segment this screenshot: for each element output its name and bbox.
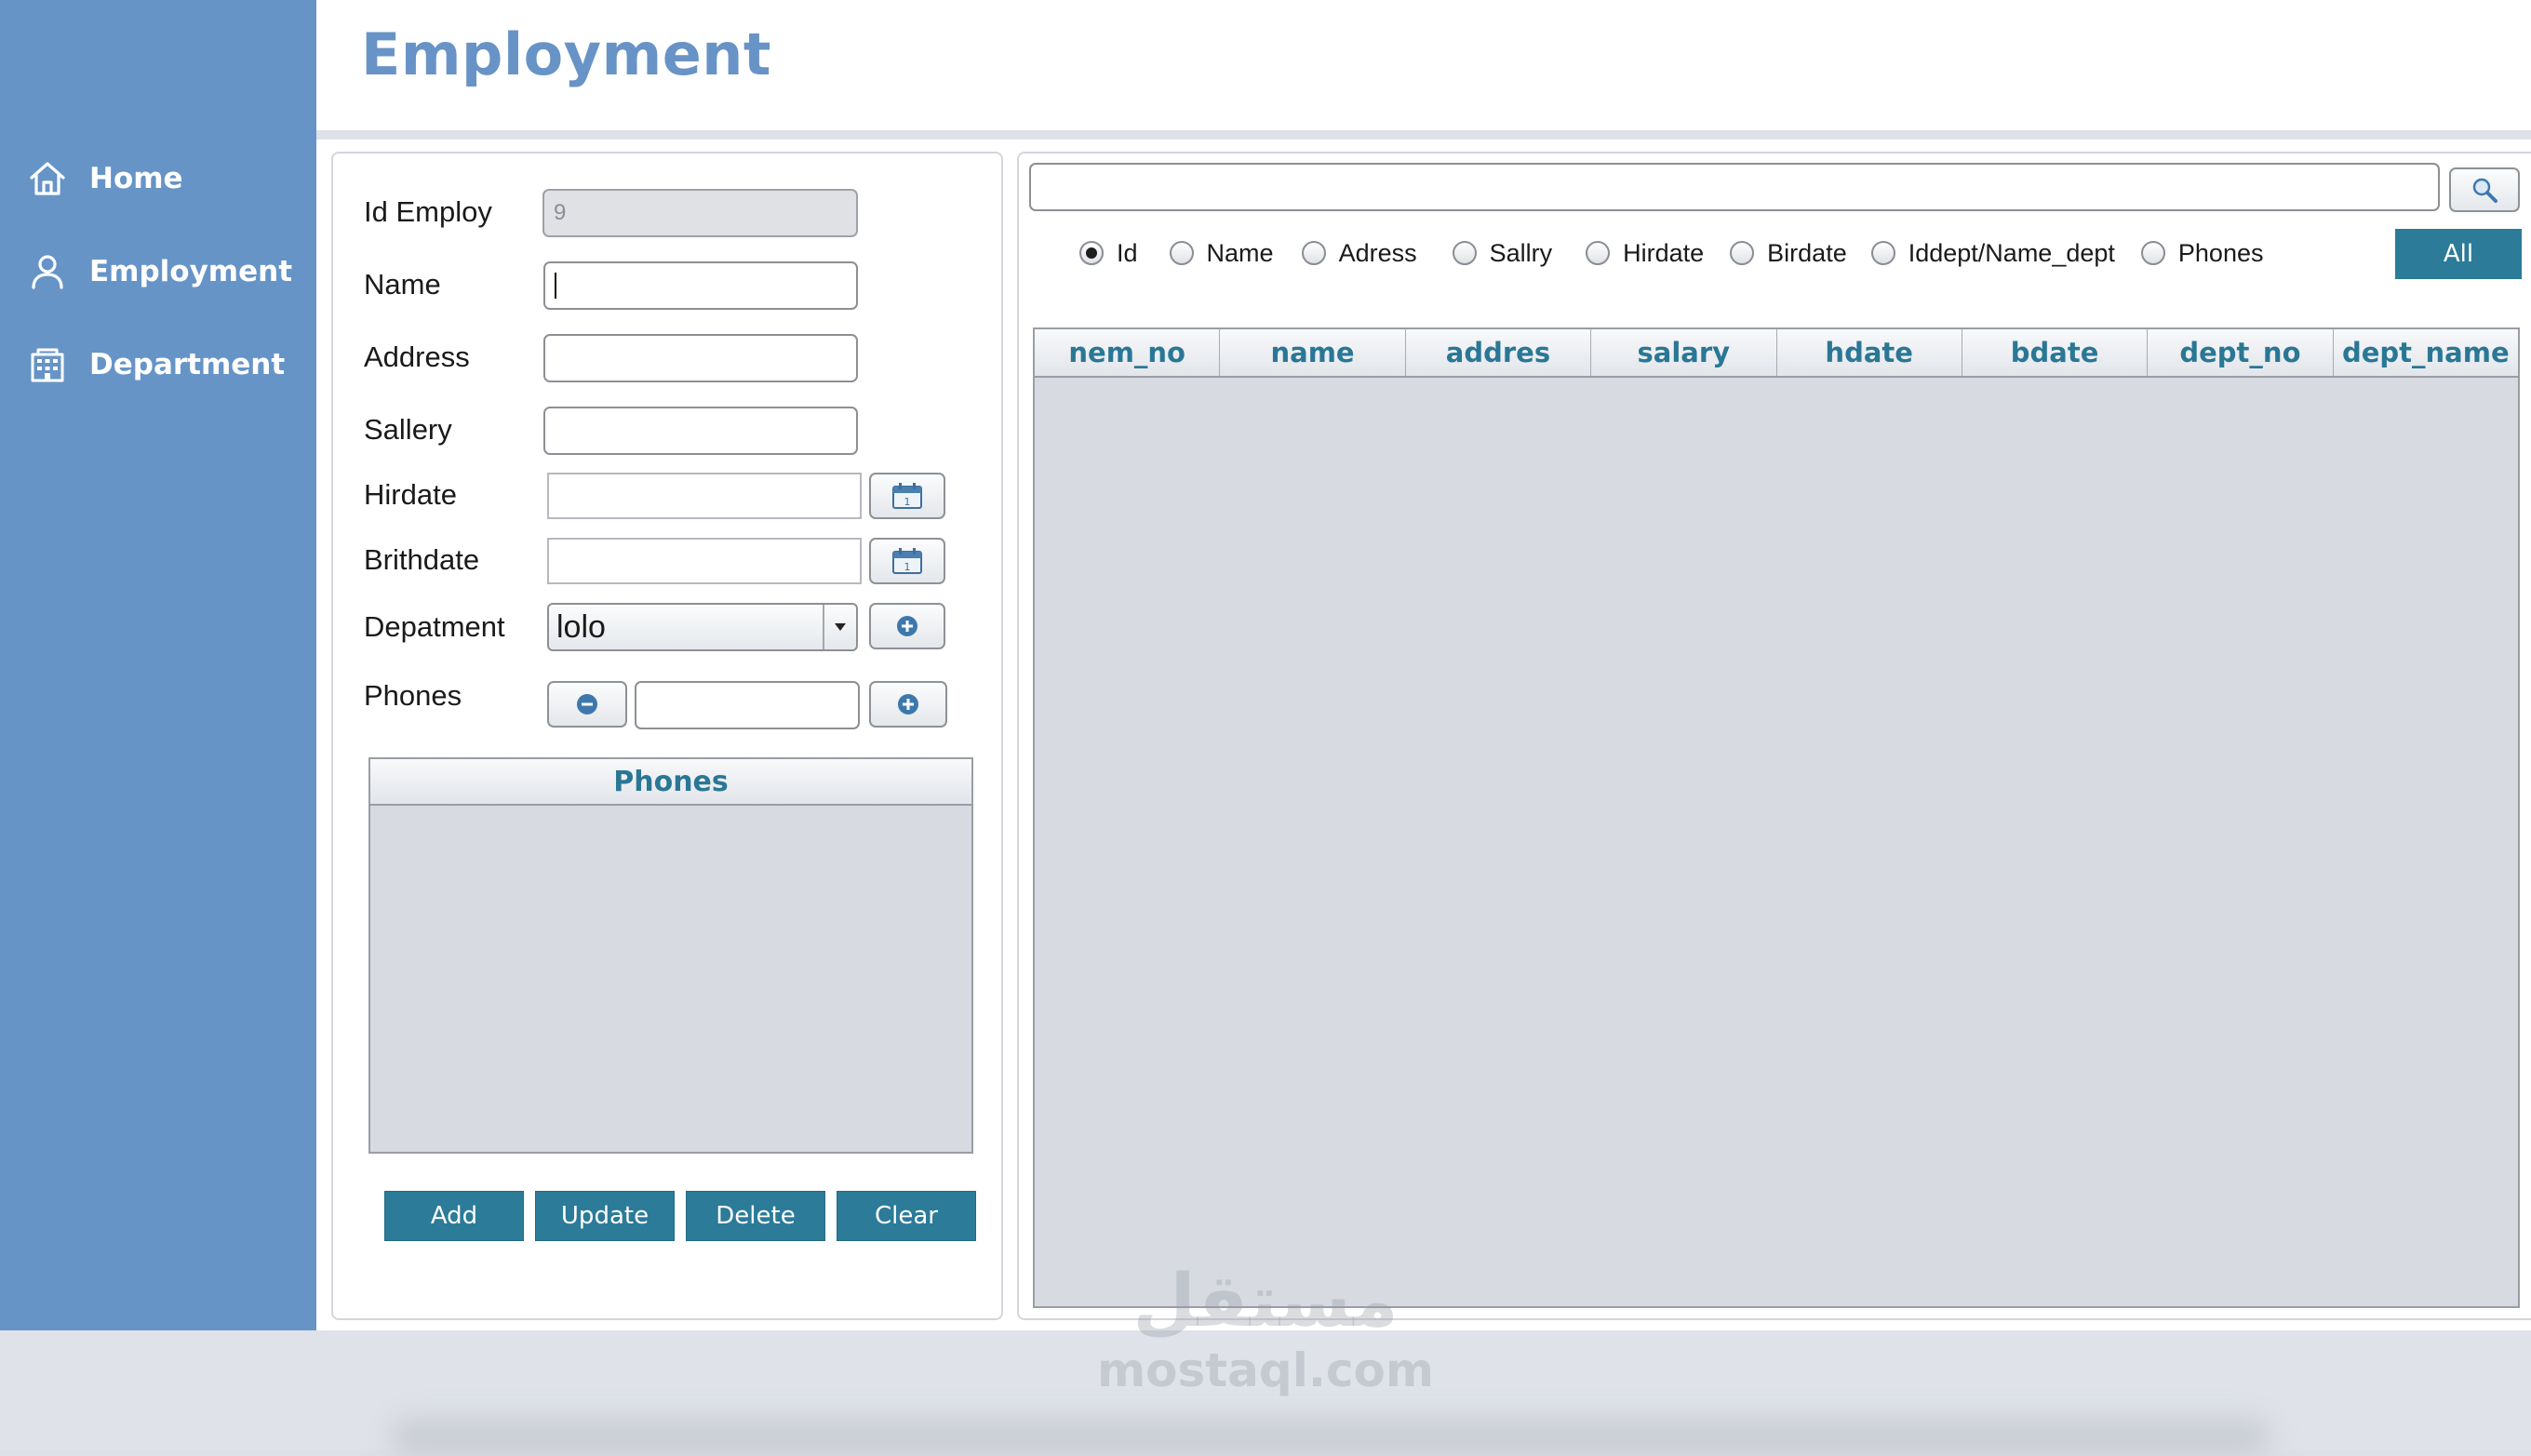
- birthdate-calendar-button[interactable]: 1: [869, 538, 945, 584]
- name-label: Name: [364, 268, 441, 301]
- add-phone-button[interactable]: [869, 681, 947, 728]
- salary-field[interactable]: [543, 407, 858, 455]
- column-header-bdate[interactable]: bdate: [1962, 329, 2149, 376]
- filter-phones[interactable]: Phones: [2140, 238, 2264, 268]
- radio-button[interactable]: [1730, 241, 1755, 265]
- update-button[interactable]: Update: [535, 1191, 675, 1241]
- clear-button[interactable]: Clear: [837, 1191, 976, 1241]
- table-header: nem_no name addres salary hdate bdate de…: [1035, 329, 2518, 378]
- hiredate-field[interactable]: [547, 473, 862, 519]
- building-icon: [26, 343, 69, 386]
- filter-label: Adress: [1338, 238, 1417, 267]
- phones-label: Phones: [364, 679, 462, 712]
- search-filter-group: Id Name Adress Sallry Hirdate Birdate Id…: [1079, 234, 2263, 272]
- phone-field[interactable]: [635, 681, 860, 729]
- page-title: Employment: [361, 20, 772, 88]
- address-field[interactable]: [543, 334, 858, 382]
- calendar-icon: 1: [892, 548, 922, 574]
- column-header-name[interactable]: name: [1220, 329, 1406, 376]
- filter-hiredate[interactable]: Hirdate: [1586, 239, 1704, 268]
- svg-text:1: 1: [904, 496, 911, 508]
- filter-id[interactable]: Id: [1079, 239, 1138, 268]
- filter-address[interactable]: Adress: [1301, 238, 1417, 268]
- plus-circle-icon: [897, 616, 917, 636]
- filter-label: Birdate: [1767, 238, 1847, 267]
- salary-label: Sallery: [364, 413, 452, 446]
- column-header-salary[interactable]: salary: [1591, 329, 1777, 376]
- plus-circle-icon: [898, 694, 918, 715]
- calendar-icon: 1: [892, 483, 922, 509]
- column-header-addres[interactable]: addres: [1406, 329, 1592, 376]
- header-divider: [316, 130, 2531, 140]
- radio-button[interactable]: [1301, 241, 1326, 265]
- filter-salary[interactable]: Sallry: [1452, 238, 1553, 268]
- search-input[interactable]: [1029, 163, 2440, 211]
- sidebar-item-home[interactable]: Home: [26, 151, 183, 207]
- filter-label: Hirdate: [1623, 238, 1705, 267]
- user-icon: [26, 250, 69, 293]
- hiredate-label: Hirdate: [364, 478, 457, 511]
- column-header-nem-no[interactable]: nem_no: [1035, 329, 1221, 376]
- department-select[interactable]: lolo: [547, 603, 858, 651]
- radio-button[interactable]: [1079, 241, 1104, 265]
- radio-button[interactable]: [1169, 241, 1194, 265]
- filter-label: Phones: [2177, 238, 2264, 267]
- id-value: 9: [554, 200, 567, 225]
- address-label: Address: [364, 341, 470, 373]
- hiredate-calendar-button[interactable]: 1: [869, 473, 945, 519]
- chevron-down-icon: [823, 605, 856, 649]
- filter-birthdate[interactable]: Birdate: [1730, 239, 1847, 268]
- filter-label: Name: [1206, 238, 1274, 267]
- radio-button[interactable]: [2140, 241, 2165, 265]
- phones-table[interactable]: Phones: [368, 757, 973, 1154]
- home-icon: [26, 157, 69, 200]
- filter-label: Sallry: [1489, 238, 1553, 267]
- sidebar-item-label: Home: [89, 162, 183, 195]
- phones-table-header[interactable]: Phones: [370, 759, 971, 806]
- name-field[interactable]: [543, 261, 858, 310]
- svg-text:1: 1: [904, 561, 911, 573]
- search-button[interactable]: [2449, 167, 2520, 212]
- id-field: 9: [542, 189, 858, 237]
- sidebar-item-department[interactable]: Department: [26, 337, 285, 393]
- sidebar: Home Employment Department: [0, 0, 316, 1330]
- radio-button[interactable]: [1452, 241, 1477, 265]
- column-header-dept-name[interactable]: dept_name: [2334, 329, 2518, 376]
- minus-circle-icon: [577, 694, 597, 715]
- add-button[interactable]: Add: [384, 1191, 524, 1241]
- delete-button[interactable]: Delete: [686, 1191, 825, 1241]
- filter-department[interactable]: Iddept/Name_dept: [1870, 238, 2115, 268]
- column-header-hdate[interactable]: hdate: [1777, 329, 1962, 376]
- text-caret: [555, 273, 556, 299]
- department-label: Depatment: [364, 610, 505, 643]
- remove-phone-button[interactable]: [547, 681, 627, 728]
- birthdate-field[interactable]: [547, 538, 862, 584]
- filter-label: Id: [1117, 238, 1138, 267]
- search-icon: [2472, 178, 2498, 203]
- add-department-button[interactable]: [869, 603, 945, 649]
- window-shadow: [391, 1419, 2270, 1456]
- employees-table[interactable]: nem_no name addres salary hdate bdate de…: [1033, 327, 2520, 1308]
- show-all-button[interactable]: All: [2395, 229, 2522, 279]
- id-label: Id Employ: [364, 195, 492, 228]
- filter-name[interactable]: Name: [1169, 238, 1274, 268]
- sidebar-item-label: Employment: [89, 255, 293, 288]
- app-window: Home Employment Department Employment Id…: [0, 0, 2531, 1330]
- sidebar-item-employment[interactable]: Employment: [26, 244, 292, 300]
- radio-button[interactable]: [1870, 241, 1895, 265]
- department-selected: lolo: [556, 608, 606, 645]
- column-header-dept-no[interactable]: dept_no: [2148, 329, 2334, 376]
- sidebar-item-label: Department: [89, 348, 286, 381]
- filter-label: Iddept/Name_dept: [1908, 238, 2115, 267]
- radio-button[interactable]: [1586, 241, 1611, 265]
- birthdate-label: Brithdate: [364, 543, 480, 576]
